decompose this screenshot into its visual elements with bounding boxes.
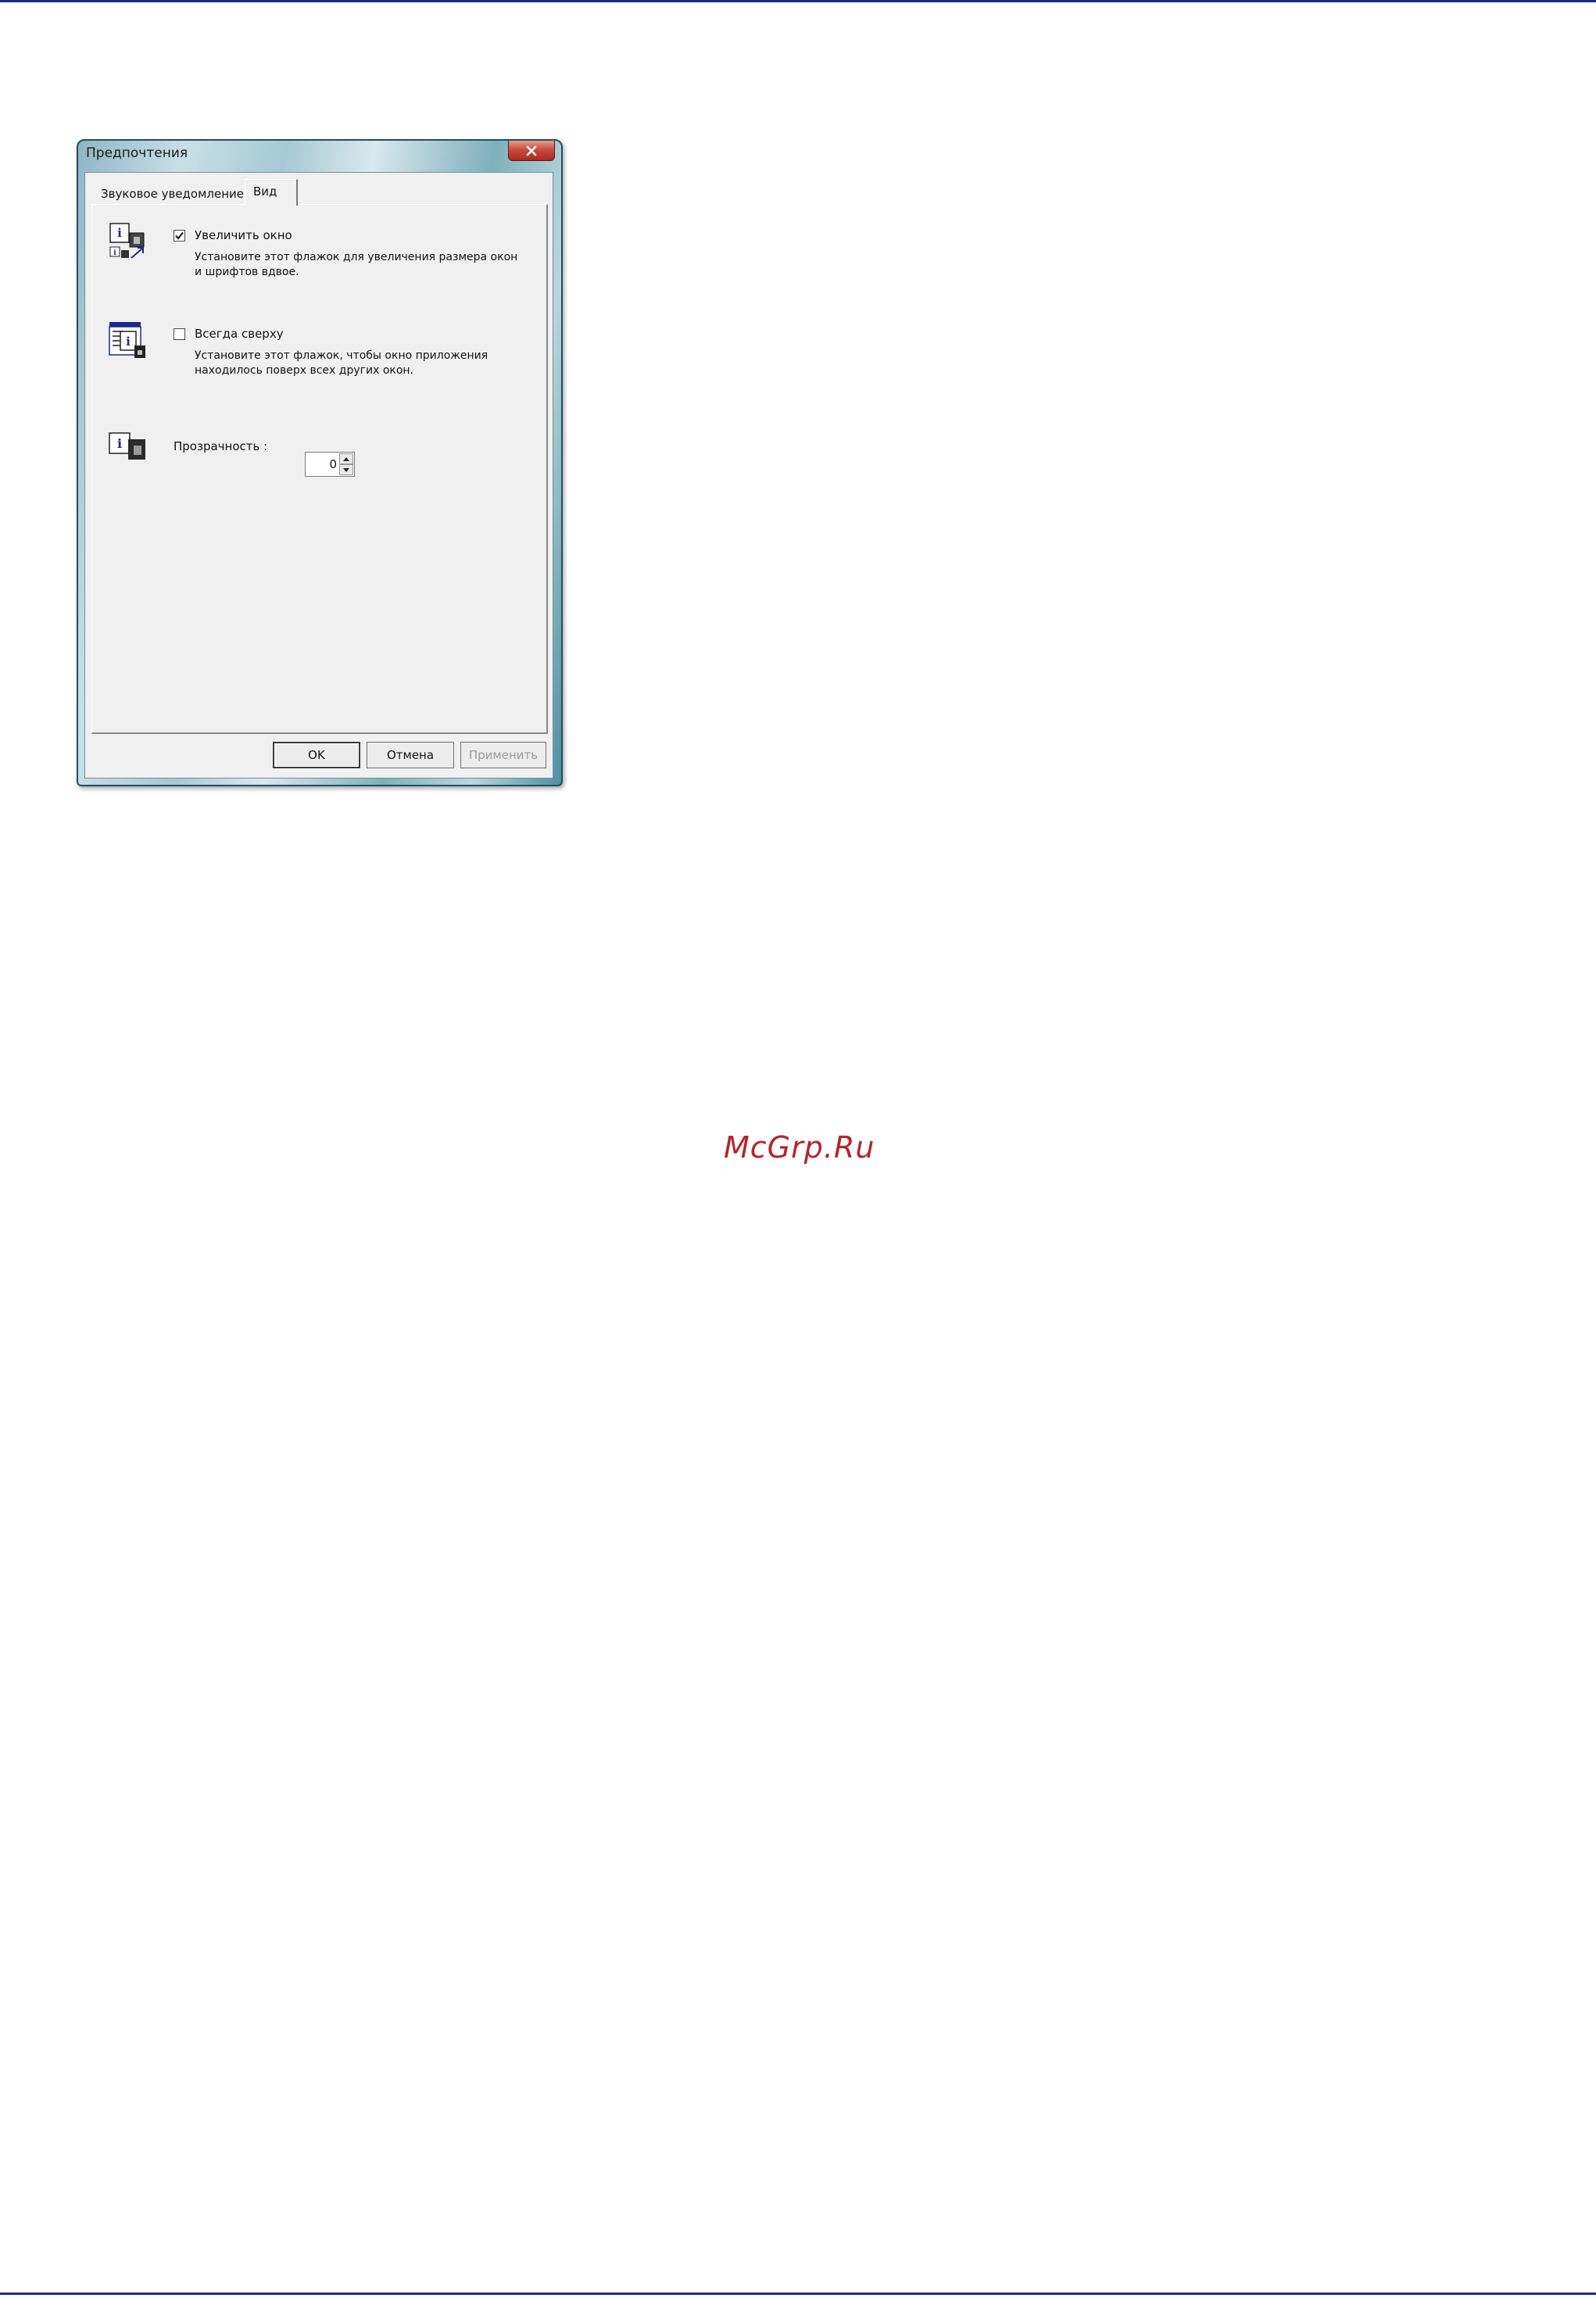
apply-button[interactable]: Применить	[460, 742, 546, 768]
enlarge-window-checkbox[interactable]	[174, 230, 185, 242]
tab-view[interactable]: Вид	[245, 179, 298, 206]
dialog-client-area: Звуковое уведомление Вид i i Увеличить о	[84, 172, 553, 779]
arrow-up-icon	[343, 456, 349, 461]
view-tab-panel: i i Увеличить окно Установите этот флажо…	[91, 204, 548, 734]
transparency-icon: i	[109, 432, 145, 460]
page-bottom-rule	[0, 2293, 1596, 2295]
close-button[interactable]	[508, 141, 555, 161]
preferences-dialog: Предпочтения Звуковое уведомление Вид i …	[77, 139, 563, 786]
spin-down-button[interactable]	[339, 464, 353, 475]
close-icon	[526, 145, 537, 156]
enlarge-window-icon: i i	[109, 223, 145, 259]
svg-text:i: i	[117, 226, 122, 240]
page-top-rule	[0, 0, 1596, 2]
enlarge-window-description: Установите этот флажок для увеличения ра…	[195, 251, 518, 278]
dialog-titlebar[interactable]: Предпочтения	[78, 141, 561, 172]
ok-button[interactable]: OK	[273, 742, 360, 768]
cancel-button[interactable]: Отмена	[367, 742, 454, 768]
always-on-top-icon: i	[109, 322, 145, 358]
always-on-top-description: Установите этот флажок, чтобы окно прило…	[195, 349, 488, 377]
tab-sound-notification[interactable]: Звуковое уведомление	[93, 184, 245, 204]
svg-text:i: i	[126, 335, 131, 349]
svg-text:i: i	[117, 436, 122, 451]
transparency-spinner[interactable]: 0	[305, 452, 355, 477]
spin-up-button[interactable]	[339, 453, 353, 464]
always-on-top-checkbox[interactable]	[174, 328, 185, 340]
checkmark-icon	[175, 231, 184, 240]
dialog-title: Предпочтения	[86, 145, 188, 161]
always-on-top-label[interactable]: Всегда сверху	[195, 327, 284, 341]
transparency-value[interactable]: 0	[329, 457, 337, 471]
svg-text:i: i	[113, 249, 116, 257]
transparency-label: Прозрачность :	[174, 439, 268, 453]
watermark-text: McGrp.Ru	[724, 1130, 875, 1165]
enlarge-window-label[interactable]: Увеличить окно	[195, 228, 292, 242]
arrow-down-icon	[343, 467, 349, 472]
